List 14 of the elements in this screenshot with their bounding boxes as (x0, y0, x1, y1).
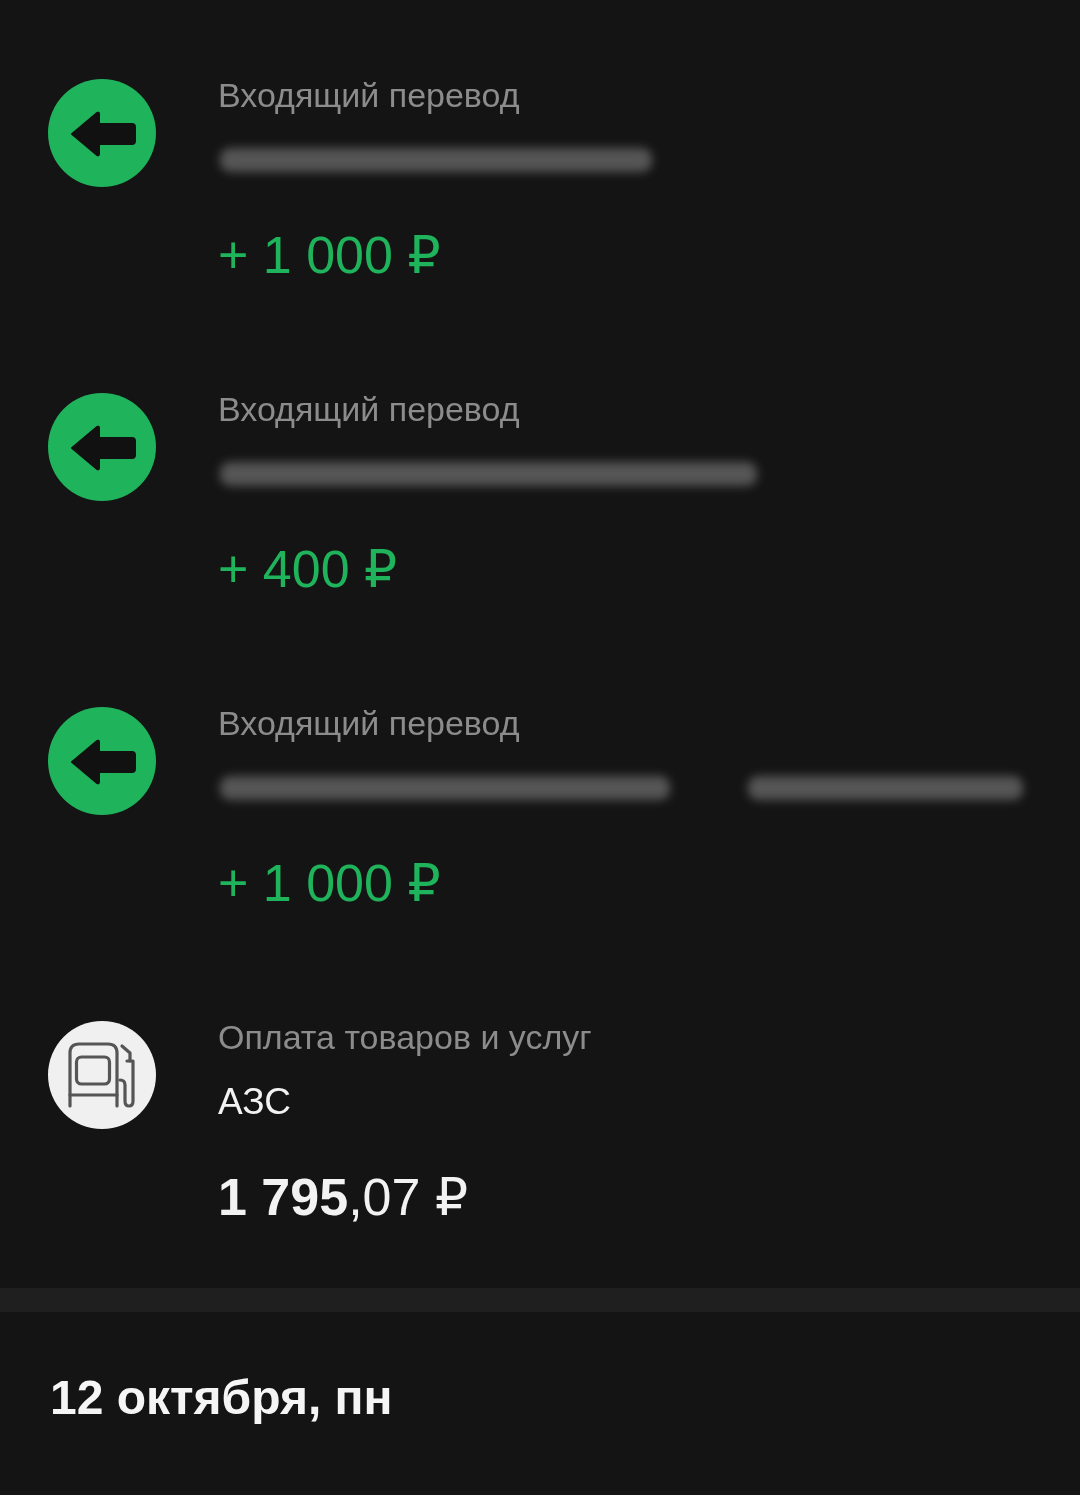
transaction-amount: 1 795,07 ₽ (218, 1167, 468, 1227)
merchant-name: АЗС (218, 1080, 291, 1124)
transaction-type: Входящий перевод (218, 75, 520, 115)
transaction-amount: + 400 ₽ (218, 539, 398, 599)
transaction-amount: + 1 000 ₽ (218, 225, 441, 285)
date-header: 12 октября, пн (50, 1370, 393, 1426)
arrow-left-icon (48, 707, 156, 815)
transaction-type: Оплата товаров и услуг (218, 1017, 592, 1057)
arrow-left-icon (48, 393, 156, 501)
fuel-pump-icon (48, 1021, 156, 1129)
transaction-type: Входящий перевод (218, 389, 520, 429)
transaction-type: Входящий перевод (218, 703, 520, 743)
transaction-amount: + 1 000 ₽ (218, 853, 441, 913)
arrow-left-icon (48, 79, 156, 187)
